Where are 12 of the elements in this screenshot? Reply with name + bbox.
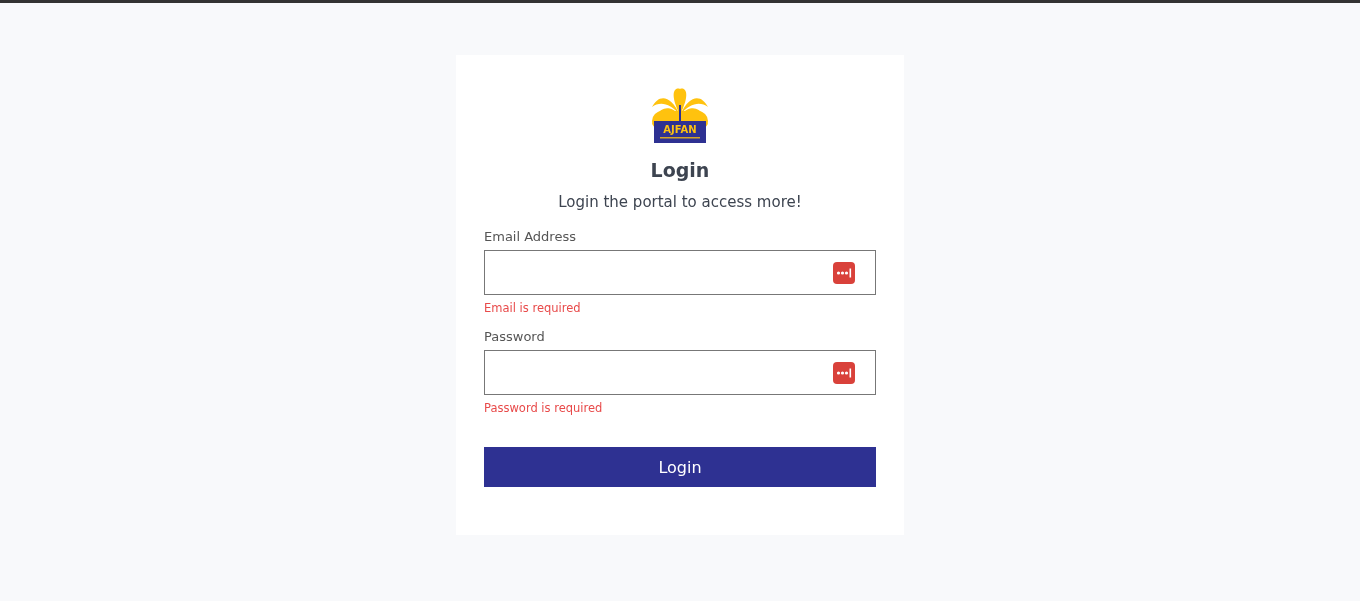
login-subtitle: Login the portal to access more! <box>558 193 802 211</box>
palm-tree-logo: AJFAN <box>650 85 710 145</box>
field-label: Email Address <box>484 229 576 244</box>
password-manager-icon[interactable] <box>833 361 855 384</box>
password-manager-icon[interactable] <box>833 261 855 284</box>
input-field[interactable] <box>484 350 876 395</box>
login-heading: Login <box>650 159 710 181</box>
error-message: Password is required <box>484 401 603 415</box>
error-message: Email is required <box>484 301 581 315</box>
login-button[interactable]: Login <box>484 447 876 487</box>
field-label: Password <box>484 329 545 344</box>
input-field[interactable] <box>484 250 876 295</box>
